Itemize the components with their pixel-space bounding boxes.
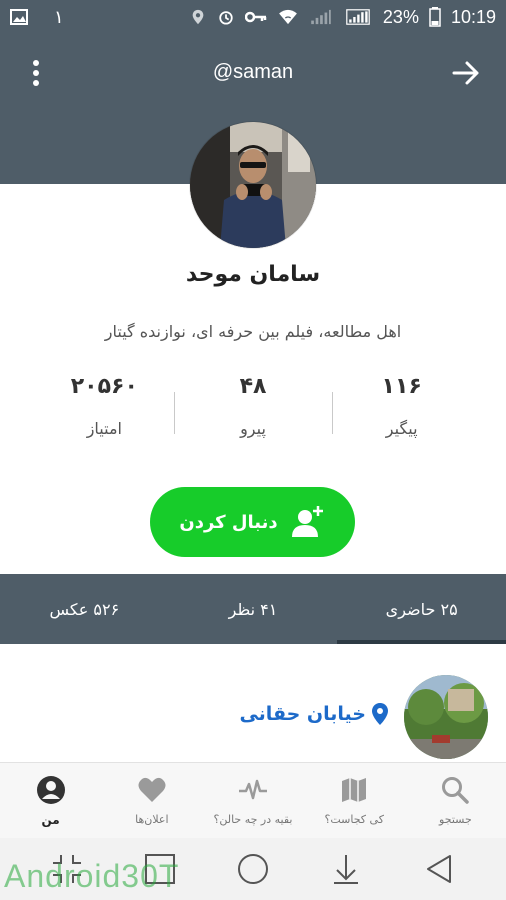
place-name: خیابان حقانی xyxy=(239,703,366,725)
nav-map[interactable]: کی کجاست؟ xyxy=(304,763,405,838)
location-icon xyxy=(192,9,204,25)
battery-icon xyxy=(429,7,441,27)
location-pin-icon xyxy=(372,703,388,725)
tab-checkins[interactable]: ۲۵ حاضری xyxy=(337,574,506,644)
wifi-icon xyxy=(279,9,297,25)
signal-icon xyxy=(311,9,331,25)
heart-icon xyxy=(138,777,166,802)
stat-label: پیرو xyxy=(240,419,266,438)
status-bar: ١ 23% 10:19 xyxy=(0,0,506,34)
stat-followers[interactable]: ۱۱۶ پیگیر xyxy=(327,368,476,458)
tab-photos[interactable]: ۵۲۶ عکس xyxy=(0,574,169,644)
nav-label: بقیه در چه حالن؟ xyxy=(213,813,293,826)
map-icon xyxy=(342,778,367,802)
user-icon xyxy=(36,776,65,804)
alarm-icon xyxy=(219,11,233,25)
profile-stats: ۱۱۶ پیگیر ۴۸ پیرو ۲۰۵۶۰ امتیاز xyxy=(30,368,476,458)
username-title: @saman xyxy=(212,60,294,83)
stat-label: پیگیر xyxy=(385,419,418,438)
nav-activity[interactable]: بقیه در چه حالن؟ xyxy=(202,763,303,838)
tab-label: ۵۲۶ عکس xyxy=(49,599,120,619)
nav-search[interactable]: جستجو xyxy=(405,763,506,838)
place-link[interactable]: خیابان حقانی xyxy=(230,702,390,726)
back-icon[interactable] xyxy=(422,852,456,886)
gallery-icon xyxy=(10,9,28,25)
notification-count: ١ xyxy=(54,6,64,27)
profile-tabs: ۲۵ حاضری ۴۱ نظر ۵۲۶ عکس xyxy=(0,574,506,644)
tab-comments[interactable]: ۴۱ نظر xyxy=(169,574,338,644)
list-item[interactable]: خیابان حقانی xyxy=(0,660,506,760)
nav-label: من xyxy=(41,813,60,827)
nav-label: اعلان‌ها xyxy=(135,813,169,826)
stat-value: ۱۱۶ xyxy=(381,374,422,399)
battery-percent: 23% xyxy=(382,6,419,27)
follow-label: دنبال کردن xyxy=(179,511,278,533)
bottom-nav: من اعلان‌ها بقیه در چه حالن؟ کی کجاست؟ ج… xyxy=(0,762,506,838)
profile-name: سامان موحد xyxy=(185,262,321,287)
profile-bio: اهل مطالعه، فیلم بین حرفه ای، نوازنده گی… xyxy=(104,322,402,341)
follow-button[interactable]: دنبال کردن xyxy=(150,487,355,557)
arrow-right-icon[interactable] xyxy=(452,60,480,86)
tab-label: ۴۱ نظر xyxy=(228,599,278,619)
watermark-logo: Android30T xyxy=(4,858,180,894)
place-thumbnail[interactable] xyxy=(404,675,488,759)
notifications-pull-icon[interactable] xyxy=(329,852,363,886)
divider xyxy=(332,392,333,434)
nav-label: کی کجاست؟ xyxy=(324,813,384,826)
nav-notifications[interactable]: اعلان‌ها xyxy=(101,763,202,838)
stat-label: امتیاز xyxy=(86,419,122,438)
activity-icon xyxy=(239,779,267,800)
nav-me[interactable]: من xyxy=(0,763,101,838)
stat-following[interactable]: ۴۸ پیرو xyxy=(179,368,328,458)
key-icon xyxy=(244,11,267,23)
home-icon[interactable] xyxy=(236,852,270,886)
stat-points[interactable]: ۲۰۵۶۰ امتیاز xyxy=(30,368,179,458)
divider xyxy=(174,392,175,434)
add-user-icon xyxy=(291,506,323,537)
avatar[interactable] xyxy=(190,122,316,248)
stat-value: ۴۸ xyxy=(239,374,267,399)
more-vertical-icon[interactable] xyxy=(24,58,48,88)
nav-label: جستجو xyxy=(439,813,472,826)
search-icon xyxy=(442,777,470,804)
stat-value: ۲۰۵۶۰ xyxy=(70,374,138,399)
signal-icon xyxy=(346,9,370,25)
app-bar: @saman xyxy=(0,34,506,110)
clock: 10:19 xyxy=(450,6,496,27)
tab-label: ۲۵ حاضری xyxy=(385,599,458,619)
